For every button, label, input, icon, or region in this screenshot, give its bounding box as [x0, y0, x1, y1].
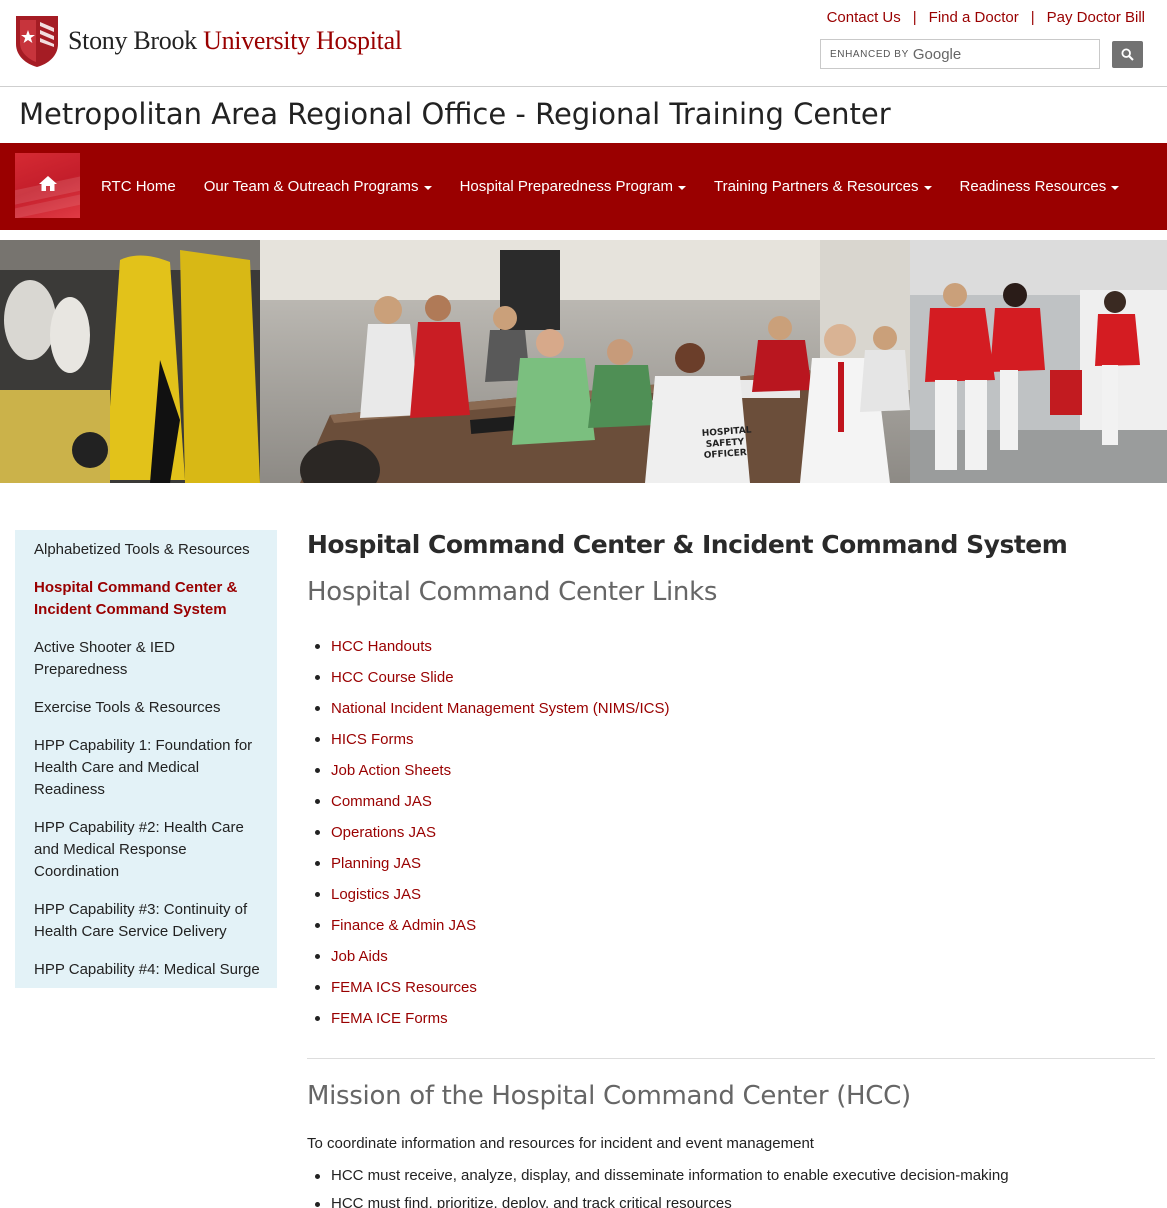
shield-logo-icon [16, 16, 58, 67]
list-item: Finance & Admin JAS [307, 910, 1155, 941]
link-nims-ics[interactable]: National Incident Management System (NIM… [331, 700, 669, 717]
sidebar-item-hpp-capability-1[interactable]: HPP Capability 1: Foundation for Health … [34, 735, 277, 801]
search-enhanced-label: ENHANCED BY [830, 48, 909, 60]
caret-down-icon [678, 185, 686, 190]
list-item: Operations JAS [307, 817, 1155, 848]
search-input[interactable]: ENHANCED BY Google [820, 39, 1100, 69]
link-finance-admin-jas[interactable]: Finance & Admin JAS [331, 917, 476, 934]
nav-item-our-team[interactable]: Our Team & Outreach Programs [204, 178, 432, 195]
caret-down-icon [1111, 185, 1120, 190]
main-nav: RTC Home Our Team & Outreach Programs Ho… [0, 143, 1167, 230]
search-google-label: Google [912, 45, 962, 63]
home-icon [39, 176, 57, 191]
sidebar-nav: Alphabetized Tools & Resources Hospital … [15, 530, 277, 988]
link-hcc-course-slide[interactable]: HCC Course Slide [331, 669, 454, 686]
link-job-action-sheets[interactable]: Job Action Sheets [331, 762, 451, 779]
sidebar-item-hpp-capability-3[interactable]: HPP Capability #3: Continuity of Health … [34, 899, 277, 943]
sidebar-item-hpp-capability-2[interactable]: HPP Capability #2: Health Care and Medic… [34, 817, 277, 883]
utility-links: Contact Us | Find a Doctor | Pay Doctor … [826, 9, 1145, 26]
hospital-logo[interactable]: Stony Brook University Hospital [14, 14, 402, 68]
nav-item-readiness-resources[interactable]: Readiness Resources [960, 178, 1120, 195]
nav-item-training-partners[interactable]: Training Partners & Resources [714, 178, 932, 195]
sidebar-item-active-shooter[interactable]: Active Shooter & IED Preparedness [34, 637, 277, 681]
sidebar-item-hcc-ics[interactable]: Hospital Command Center & Incident Comma… [34, 577, 277, 621]
mission-heading: Mission of the Hospital Command Center (… [307, 1081, 911, 1111]
link-fema-ics-resources[interactable]: FEMA ICS Resources [331, 979, 477, 996]
link-hcc-handouts[interactable]: HCC Handouts [331, 638, 432, 655]
list-item: Job Action Sheets [307, 755, 1155, 786]
link-planning-jas[interactable]: Planning JAS [331, 855, 421, 872]
find-a-doctor-link[interactable]: Find a Doctor [929, 9, 1019, 26]
link-fema-ice-forms[interactable]: FEMA ICE Forms [331, 1010, 448, 1027]
list-item: Job Aids [307, 941, 1155, 972]
list-item: Logistics JAS [307, 879, 1155, 910]
pay-doctor-bill-link[interactable]: Pay Doctor Bill [1047, 9, 1145, 26]
home-button[interactable] [15, 153, 80, 218]
list-item: HCC must find, prioritize, deploy, and t… [307, 1190, 1155, 1208]
nav-item-rtc-home[interactable]: RTC Home [101, 178, 176, 195]
sidebar-item-hpp-capability-4[interactable]: HPP Capability #4: Medical Surge [34, 959, 277, 981]
list-item: Planning JAS [307, 848, 1155, 879]
list-item: National Incident Management System (NIM… [307, 693, 1155, 724]
list-item: Command JAS [307, 786, 1155, 817]
hcc-link-list: HCC Handouts HCC Course Slide National I… [307, 631, 1155, 1034]
mission-bullet-list: HCC must receive, analyze, display, and … [307, 1162, 1155, 1208]
search-button[interactable] [1112, 41, 1143, 68]
nav-item-hpp[interactable]: Hospital Preparedness Program [460, 178, 686, 195]
link-job-aids[interactable]: Job Aids [331, 948, 388, 965]
link-logistics-jas[interactable]: Logistics JAS [331, 886, 421, 903]
hero-banner-image: HOSPITAL SAFETY OFFICER [0, 240, 1167, 483]
list-item: FEMA ICS Resources [307, 972, 1155, 1003]
main-content: Hospital Command Center & Incident Comma… [307, 530, 1155, 1208]
site-title: Metropolitan Area Regional Office - Regi… [19, 97, 891, 131]
list-item: HCC Course Slide [307, 662, 1155, 693]
link-command-jas[interactable]: Command JAS [331, 793, 432, 810]
site-header: Stony Brook University Hospital Contact … [0, 0, 1167, 87]
list-item: HICS Forms [307, 724, 1155, 755]
mission-text: To coordinate information and resources … [307, 1135, 814, 1152]
list-item: HCC Handouts [307, 631, 1155, 662]
banner-illustration: HOSPITAL SAFETY OFFICER [0, 240, 1167, 483]
search-icon [1121, 48, 1134, 61]
link-operations-jas[interactable]: Operations JAS [331, 824, 436, 841]
link-hics-forms[interactable]: HICS Forms [331, 731, 414, 748]
contact-us-link[interactable]: Contact Us [827, 9, 901, 26]
logo-text: Stony Brook University Hospital [68, 26, 402, 55]
sidebar-item-alphabetized-tools[interactable]: Alphabetized Tools & Resources [34, 539, 277, 561]
list-item: HCC must receive, analyze, display, and … [307, 1162, 1155, 1190]
caret-down-icon [923, 185, 932, 190]
caret-down-icon [423, 185, 432, 190]
sidebar-item-exercise-tools[interactable]: Exercise Tools & Resources [34, 697, 277, 719]
section-divider [307, 1058, 1155, 1059]
list-item: FEMA ICE Forms [307, 1003, 1155, 1034]
links-heading: Hospital Command Center Links [307, 577, 718, 607]
page-title: Hospital Command Center & Incident Comma… [307, 530, 1068, 559]
